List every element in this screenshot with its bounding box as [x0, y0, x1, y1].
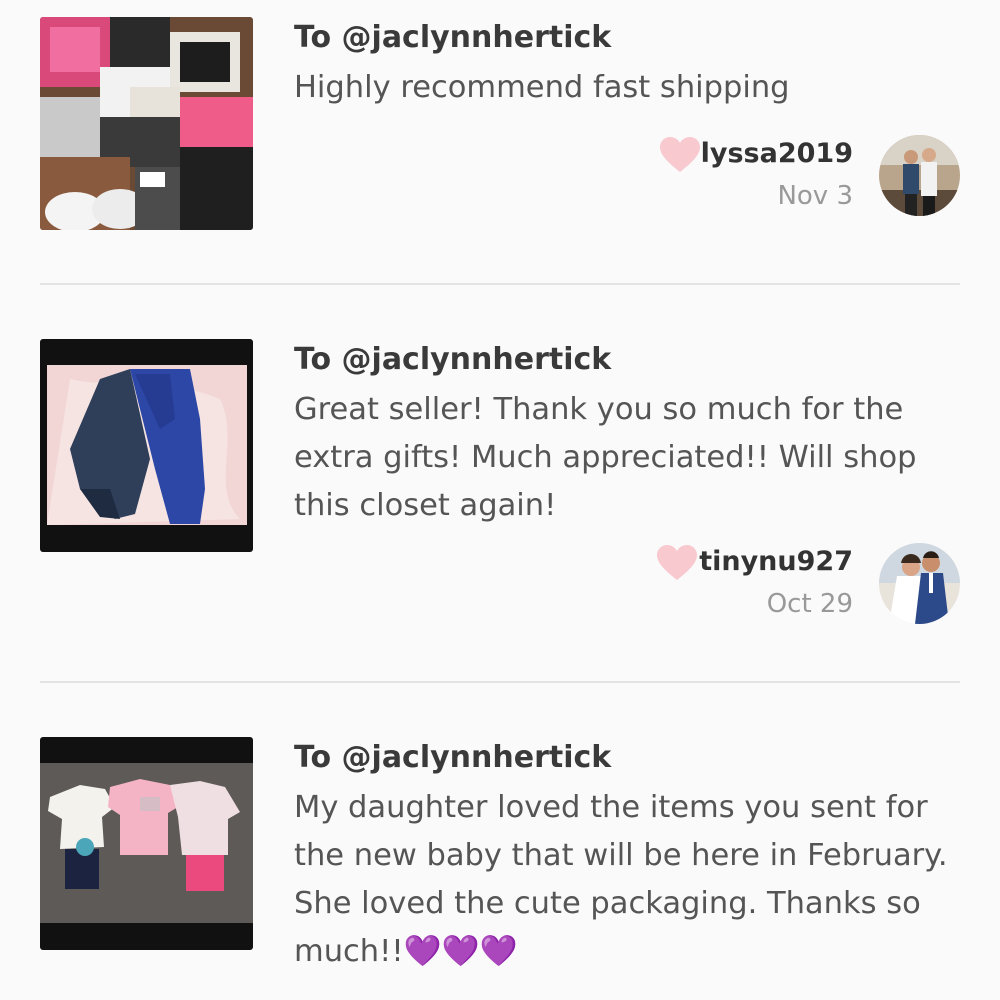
listing-photo-image [40, 17, 253, 230]
review-comment-text: My daughter loved the items you sent for… [294, 790, 948, 969]
review-feed: To @jaclynnhertick Highly recommend fast… [0, 0, 1000, 1000]
heart-icon[interactable] [657, 545, 697, 581]
divider [40, 283, 960, 285]
review-recipient[interactable]: To @jaclynnhertick [294, 342, 611, 377]
review-comment: Highly recommend fast shipping [294, 70, 790, 105]
review-recipient[interactable]: To @jaclynnhertick [294, 740, 611, 775]
reviewer-username[interactable]: lyssa2019 [701, 138, 853, 169]
divider [40, 681, 960, 683]
reviewer-avatar[interactable] [879, 543, 960, 624]
review-date: Nov 3 [777, 181, 853, 211]
review-comment: My daughter loved the items you sent for… [294, 784, 959, 976]
listing-photo[interactable] [40, 339, 253, 552]
reviewer-username[interactable]: tinynu927 [699, 546, 853, 577]
review-comment: Great seller! Thank you so much for the … [294, 392, 917, 523]
listing-photo[interactable] [40, 737, 253, 950]
purple-heart-emojis: 💜💜💜 [403, 934, 518, 969]
reviewer-avatar[interactable] [879, 135, 960, 216]
review-date: Oct 29 [766, 589, 853, 619]
listing-photo-image [40, 339, 253, 552]
listing-photo[interactable] [40, 17, 253, 230]
heart-icon[interactable] [660, 137, 700, 173]
review-recipient[interactable]: To @jaclynnhertick [294, 20, 611, 55]
listing-photo-image [40, 737, 253, 950]
